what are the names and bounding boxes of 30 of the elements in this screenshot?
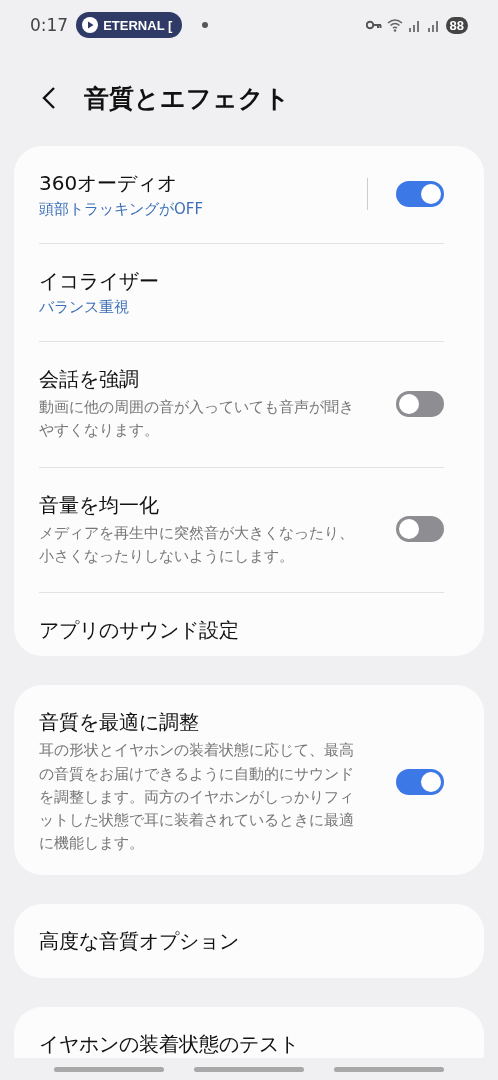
page-title: 音質とエフェクト — [84, 82, 290, 115]
setting-description: 動画に他の周囲の音が入っていても音声が聞きやすくなります。 — [39, 397, 355, 442]
toggle-switch[interactable] — [396, 769, 444, 796]
setting-title[interactable]: イヤホンの装着状態のテスト — [39, 1029, 444, 1058]
navigation-handle[interactable] — [194, 1066, 304, 1072]
setting-title[interactable]: 音量を均一化 — [39, 490, 396, 519]
setting-description: 耳の形状とイヤホンの装着状態に応じて、最高の音質をお届けできるように自動的にサウンドを調整します。両方のイヤホンがしっかりフィットした状態で耳に装着されているときに最適に機能します。 — [39, 740, 355, 855]
notification-dot-icon — [202, 22, 209, 28]
setting-title[interactable]: アプリのサウンド設定 — [39, 616, 444, 644]
toggle-switch[interactable] — [396, 181, 444, 207]
media-chip[interactable]: ETERNAL [ — [76, 12, 183, 38]
toggle-switch[interactable] — [396, 516, 444, 543]
navigation-handle[interactable] — [54, 1066, 164, 1072]
setting-description: メディアを再生中に突然音が大きくなったり、小さくなったりしないようにします。 — [39, 522, 355, 567]
signal-icon — [407, 18, 422, 32]
setting-title[interactable]: イコライザー — [39, 267, 444, 295]
key-icon — [365, 20, 382, 30]
play-icon — [82, 17, 99, 33]
setting-title[interactable]: 会話を強調 — [39, 365, 396, 393]
setting-title[interactable]: 360オーディオ — [39, 169, 367, 197]
setting-summary: バランス重視 — [39, 298, 130, 317]
clock: 0:17 — [30, 15, 69, 35]
setting-title[interactable]: 音質を最適に調整 — [39, 708, 396, 737]
setting-summary: 頭部トラッキングがOFF — [39, 200, 205, 219]
wifi-icon — [386, 18, 403, 32]
setting-title[interactable]: 高度な音質オプション — [39, 927, 444, 956]
battery-indicator: 88 — [445, 16, 468, 34]
toggle-switch[interactable] — [396, 390, 444, 417]
navigation-handle[interactable] — [334, 1066, 444, 1072]
signal-icon — [426, 18, 441, 32]
